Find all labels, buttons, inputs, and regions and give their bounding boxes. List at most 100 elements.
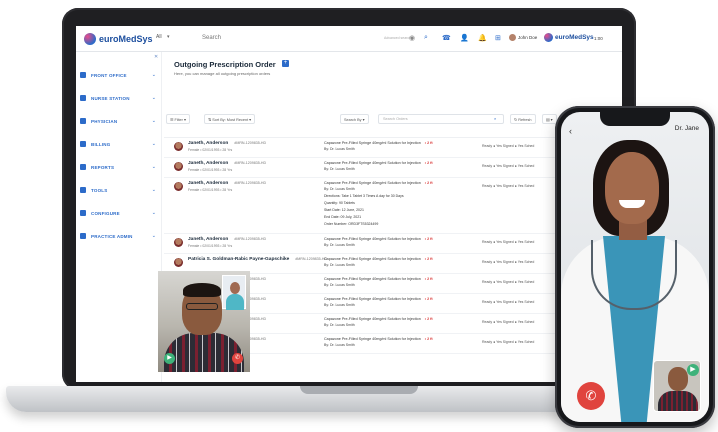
drug-name: Capazone Pre-Filled Syringe 40mg/ml Solu… — [324, 181, 421, 185]
drug-quantity: • 2 ft — [424, 141, 433, 145]
patient-name[interactable]: Janeth, Anderson #MRN-1209835-HD — [188, 237, 266, 242]
sidebar-item-tools[interactable]: TOOLS ⌄ — [80, 183, 158, 197]
sidebar: ✕ FRONT OFFICE ⌄ NURSE STATION ⌄ PHYSICI… — [76, 52, 162, 382]
prescriber: By: Dr. Lucas Smith — [324, 343, 355, 347]
user-name[interactable]: John Doe — [518, 35, 537, 40]
back-chevron-icon[interactable]: ‹ — [569, 126, 572, 136]
avatar — [174, 258, 183, 267]
prescriber: By: Dr. Lucas Smith — [324, 263, 355, 267]
self-view-thumbnail[interactable] — [222, 275, 246, 310]
clock: 1:00 — [594, 36, 603, 41]
patient-name-text: Janeth, Anderson — [188, 161, 229, 166]
table-header — [164, 130, 622, 138]
avatar[interactable] — [509, 34, 516, 41]
order-status: Ready ● Yes Signed ● Yes Sched — [482, 240, 535, 244]
sidebar-item-label: TOOLS — [91, 187, 108, 193]
bell-icon[interactable]: 🔔 — [478, 34, 487, 42]
drug-line: Capazone Pre-Filled Syringe 40mg/ml Solu… — [324, 181, 433, 185]
order-status: Ready ● Yes Signed ● Yes Sched — [482, 320, 535, 324]
order-status: Ready ● Yes Signed ● Yes Sched — [482, 260, 535, 264]
apps-icon[interactable]: ⊞ — [495, 34, 501, 42]
search-icon[interactable]: ⌕ — [424, 34, 428, 42]
practice-admin-icon — [80, 233, 86, 239]
add-user-icon[interactable]: 👤 — [460, 34, 469, 42]
drug-line: Capazone Pre-Filled Syringe 40mg/ml Solu… — [324, 297, 433, 301]
practice-logo: euroMedSys — [544, 33, 594, 42]
table-row[interactable]: Janeth, Anderson #MRN-1209835-HDFemale • … — [164, 138, 622, 158]
filter-button[interactable]: ☰ Filter ▾ — [166, 114, 190, 124]
drug-name: Capazone Pre-Filled Syringe 40mg/ml Solu… — [324, 141, 421, 145]
filter-toggle-icon[interactable]: ◉ — [409, 34, 415, 42]
end-call-button[interactable]: ✆ — [577, 382, 605, 410]
scope-select[interactable]: All ▾ — [156, 34, 169, 40]
page-subtitle: Here, you can manage all outgoing prescr… — [174, 71, 271, 76]
sidebar-item-configure[interactable]: CONFIGURE ⌄ — [80, 206, 158, 220]
patient-name[interactable]: Janeth, Anderson #MRN-1209835-HD — [188, 141, 266, 146]
sidebar-item-label: CONFIGURE — [91, 210, 120, 216]
patient-name[interactable]: Janeth, Anderson #MRN-1209835-HD — [188, 161, 266, 166]
reports-icon — [80, 164, 86, 170]
sort-dropdown[interactable]: ⇅ Sort By: Most Recent ▾ — [204, 114, 256, 124]
refresh-button[interactable]: ↻ Refresh — [510, 114, 536, 124]
patient-face — [668, 367, 688, 391]
doctor-scrubs — [226, 294, 244, 310]
patient-name[interactable]: Patricia S. Goldman-Rabic Payne-Gapschik… — [188, 257, 327, 262]
prescriber: By: Dr. Lucas Smith — [324, 283, 355, 287]
search-icon[interactable]: ⌕ — [494, 117, 496, 121]
sidebar-item-nurse-station[interactable]: NURSE STATION ⌄ — [80, 91, 158, 105]
end-call-button[interactable]: ✆ — [232, 353, 243, 364]
drug-name: Capazone Pre-Filled Syringe 40mg/ml Solu… — [324, 257, 421, 261]
camera-toggle-button[interactable]: ▶ — [687, 364, 699, 376]
video-icon[interactable]: ☎ — [442, 34, 451, 42]
physician-icon — [80, 118, 86, 124]
view-options-button[interactable]: ▤ ▾ — [542, 114, 557, 124]
drug-name: Capazone Pre-Filled Syringe 40mg/ml Solu… — [324, 317, 421, 321]
advanced-search-link[interactable]: Advanced search — [384, 36, 411, 40]
page-title: Outgoing Prescription Order — [174, 60, 276, 69]
order-status: Ready ● Yes Signed ● Yes Sched — [482, 300, 535, 304]
drug-line: Capazone Pre-Filled Syringe 40mg/ml Solu… — [324, 337, 433, 341]
logo-mark-icon — [84, 33, 96, 45]
sidebar-item-practice-admin[interactable]: PRACTICE ADMIN ⌄ — [80, 229, 158, 243]
sidebar-item-label: FRONT OFFICE — [91, 72, 127, 78]
order-status: Ready ● Yes Signed ● Yes Sched — [482, 144, 535, 148]
patient-name[interactable]: Janeth, Anderson #MRN-1209835-HD — [188, 181, 266, 186]
sidebar-item-billing[interactable]: BILLING ⌄ — [80, 137, 158, 151]
order-status: Ready ● Yes Signed ● Yes Sched — [482, 340, 535, 344]
chevron-down-icon: ⌄ — [151, 72, 156, 78]
filter-label: Filter — [174, 118, 183, 122]
prescriber: By: Dr. Lucas Smith — [324, 147, 355, 151]
table-row[interactable]: Janeth, Anderson #MRN-1209835-HDFemale • … — [164, 178, 622, 234]
order-search-placeholder: Search Orders — [383, 117, 408, 121]
drug-name: Capazone Pre-Filled Syringe 40mg/ml Solu… — [324, 297, 421, 301]
table-row[interactable]: Janeth, Anderson #MRN-1209835-HDFemale • … — [164, 158, 622, 178]
patient-name-text: Janeth, Anderson — [188, 141, 229, 146]
search-by-dropdown[interactable]: Search By ▾ — [340, 114, 369, 124]
drug-name: Capazone Pre-Filled Syringe 40mg/ml Solu… — [324, 161, 421, 165]
drug-line: Capazone Pre-Filled Syringe 40mg/ml Solu… — [324, 237, 433, 241]
add-order-button[interactable]: + — [282, 60, 289, 67]
order-detail-line: Quantity: 90 Tablets — [324, 201, 355, 205]
sidebar-item-front-office[interactable]: FRONT OFFICE ⌄ — [80, 68, 158, 82]
phone-screen: ‹ Dr. Jane ▶ ✆ — [561, 112, 709, 422]
order-detail-line: Order Number: ORD3FTS5324499 — [324, 222, 379, 226]
order-detail-line: Directions: Take 1 Tablet 3 Times A day … — [324, 194, 404, 198]
avatar — [174, 162, 183, 171]
table-row[interactable]: Janeth, Anderson #MRN-1209835-HDFemale • … — [164, 234, 622, 254]
sidebar-item-physician[interactable]: PHYSICIAN ⌄ — [80, 114, 158, 128]
order-search-input[interactable]: Search Orders — [378, 114, 504, 124]
logo[interactable]: euroMedSys — [84, 32, 153, 46]
doctor-smile — [619, 200, 645, 208]
sidebar-item-label: NURSE STATION — [91, 95, 130, 101]
pin-icon[interactable]: ✕ — [154, 54, 158, 60]
video-call-window: ▶ ✆ — [158, 271, 250, 372]
camera-toggle-button[interactable]: ▶ — [164, 353, 175, 364]
drug-name: Capazone Pre-Filled Syringe 40mg/ml Solu… — [324, 237, 421, 241]
patient-hair — [183, 283, 221, 297]
chevron-down-icon: ⌄ — [151, 95, 156, 101]
patient-mrn: #MRN-1209835-HD — [234, 181, 267, 185]
sidebar-item-reports[interactable]: REPORTS ⌄ — [80, 160, 158, 174]
patient-name-text: Patricia S. Goldman-Rabic Payne-Gapschik… — [188, 257, 290, 262]
chevron-down-icon: ⌄ — [151, 233, 156, 239]
list-toolbar: ☰ Filter ▾ ⇅ Sort By: Most Recent ▾ Sear… — [164, 112, 622, 126]
